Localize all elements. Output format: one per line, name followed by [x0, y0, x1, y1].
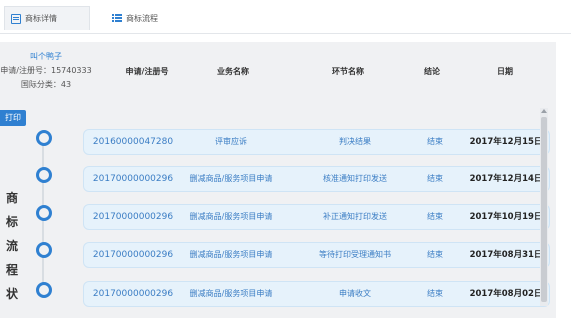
- timeline-node: [36, 205, 52, 221]
- list-icon: [112, 13, 122, 23]
- cell-number[interactable]: 20170000000296: [84, 243, 182, 267]
- header-business: 业务名称: [217, 67, 249, 76]
- cell-result: 结束: [427, 289, 443, 298]
- table-row: 20170000000296 删减商品/服务项目申请 申请收文 结束 2017年…: [83, 281, 550, 307]
- international-class: 国际分类：43: [20, 80, 72, 89]
- table-row: 20170000000296 删减商品/服务项目申请 核准通知打印发送 结束 2…: [83, 166, 550, 192]
- timeline-node: [36, 242, 52, 258]
- side-char: 商: [5, 191, 18, 205]
- scroll-up-arrow-icon[interactable]: [541, 109, 547, 113]
- timeline-node: [36, 167, 52, 183]
- timeline-node: [36, 282, 52, 298]
- header-date: 日期: [497, 67, 513, 76]
- cell-business: 删减商品/服务项目申请: [189, 174, 273, 183]
- cell-date: 2017年08月02日: [469, 289, 543, 299]
- tab-trademark-flow[interactable]: 商标流程: [112, 6, 158, 30]
- document-icon: [11, 13, 21, 24]
- tab-bar: 商标详情 商标流程: [0, 0, 571, 34]
- cell-number[interactable]: 20170000000296: [84, 205, 182, 229]
- cell-business: 删减商品/服务项目申请: [189, 250, 273, 259]
- cell-step: 申请收文: [339, 289, 371, 298]
- cell-step: 判决结果: [339, 137, 371, 146]
- table-row: 20160000047280 评审应诉 判决结果 结束 2017年12月15日: [83, 129, 550, 155]
- cell-number[interactable]: 20160000047280: [84, 130, 182, 154]
- side-char: 状: [5, 287, 18, 301]
- table-row: 20170000000296 删减商品/服务项目申请 等待打印受理通知书 结束 …: [83, 242, 550, 268]
- cell-business: 删减商品/服务项目申请: [189, 212, 273, 221]
- cell-step: 补正通知打印发送: [323, 212, 387, 221]
- cell-date: 2017年08月31日: [469, 250, 543, 260]
- side-char: 标: [5, 215, 18, 229]
- scrollbar-thumb[interactable]: [541, 117, 547, 302]
- cell-result: 结束: [427, 212, 443, 221]
- header-number: 申请/注册号: [125, 67, 169, 76]
- cell-result: 结束: [427, 174, 443, 183]
- header-result: 结论: [424, 67, 440, 76]
- header-step: 环节名称: [332, 67, 364, 76]
- tab-label: 商标流程: [126, 13, 158, 23]
- print-button[interactable]: 打印: [0, 110, 26, 126]
- trademark-name: 叫个鸭子: [30, 52, 62, 61]
- side-char: 程: [5, 263, 18, 277]
- cell-step: 等待打印受理通知书: [319, 250, 391, 259]
- cell-number[interactable]: 20170000000296: [84, 167, 182, 191]
- cell-number[interactable]: 20170000000296: [84, 282, 182, 306]
- timeline-node: [36, 130, 52, 146]
- side-char: 流: [5, 239, 18, 253]
- table-row: 20170000000296 删减商品/服务项目申请 补正通知打印发送 结束 2…: [83, 204, 550, 230]
- cell-date: 2017年12月15日: [469, 137, 543, 147]
- cell-result: 结束: [427, 250, 443, 259]
- registration-number: 申请/注册号：15740333: [0, 66, 92, 75]
- cell-date: 2017年10月19日: [469, 212, 543, 222]
- cell-business: 评审应诉: [215, 137, 247, 146]
- cell-date: 2017年12月14日: [469, 174, 543, 184]
- flow-status-label: 商 标 流 程 状: [4, 186, 20, 306]
- trademark-info: 叫个鸭子 申请/注册号：15740333 国际分类：43: [0, 50, 92, 92]
- cell-step: 核准通知打印发送: [323, 174, 387, 183]
- cell-business: 删减商品/服务项目申请: [189, 289, 273, 298]
- tab-trademark-detail[interactable]: 商标详情: [4, 6, 90, 30]
- tab-label: 商标详情: [25, 14, 57, 23]
- cell-result: 结束: [427, 137, 443, 146]
